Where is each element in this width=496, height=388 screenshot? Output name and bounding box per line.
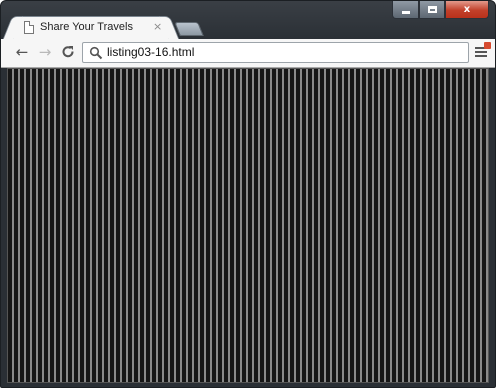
back-button[interactable]: ←	[13, 43, 31, 61]
title-bar: Share Your Travels × x	[1, 1, 495, 40]
url-text[interactable]: listing03-16.html	[107, 45, 194, 59]
address-bar[interactable]: listing03-16.html	[82, 42, 469, 63]
menu-button[interactable]	[475, 42, 491, 60]
browser-toolbar: ← → listing03-16.html	[1, 39, 495, 68]
window-controls: x	[392, 1, 489, 21]
reload-button[interactable]	[59, 43, 77, 61]
maximize-button[interactable]	[419, 1, 445, 19]
search-icon	[89, 46, 103, 60]
tab-title: Share Your Travels	[40, 21, 133, 33]
document-icon	[24, 21, 34, 34]
forward-button[interactable]: →	[36, 43, 54, 61]
maximize-icon	[427, 6, 437, 13]
minimize-icon	[401, 11, 410, 14]
menu-icon-bar	[475, 55, 487, 57]
close-icon: x	[463, 4, 471, 15]
tab-close-icon[interactable]: ×	[153, 20, 162, 33]
close-window-button[interactable]: x	[445, 1, 489, 19]
reload-icon	[62, 46, 74, 58]
menu-icon-bar	[475, 51, 487, 53]
minimize-button[interactable]	[392, 1, 419, 19]
browser-window: Share Your Travels × x ← → listing03-16.…	[0, 0, 496, 388]
update-badge-icon	[484, 42, 491, 49]
browser-tab[interactable]: Share Your Travels ×	[13, 16, 169, 40]
page-content	[7, 68, 489, 383]
new-tab-button[interactable]	[174, 22, 204, 36]
